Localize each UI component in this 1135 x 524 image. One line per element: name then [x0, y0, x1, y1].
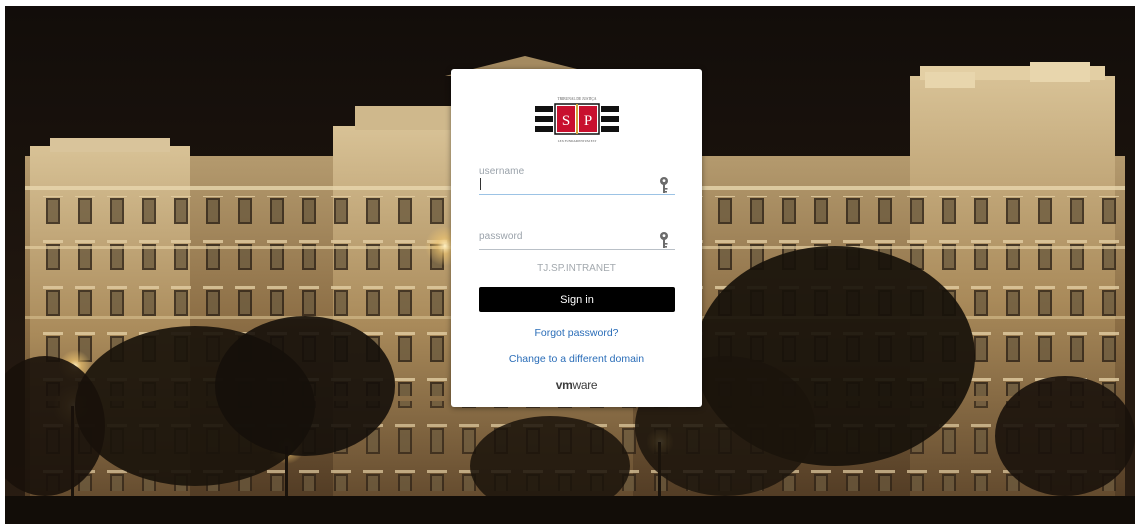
password-input[interactable] [479, 231, 649, 247]
password-field: password [479, 221, 675, 251]
login-card: S P TRIBUNAL DE JUSTIÇA LEX FUNDAMENTUM … [451, 69, 702, 407]
sign-in-button[interactable]: Sign in [479, 287, 675, 312]
vmware-logo-light: ware [572, 378, 598, 392]
username-label: username [479, 166, 525, 177]
key-icon [660, 177, 668, 193]
vmware-logo-bold: vm [555, 378, 573, 392]
logo-top-text: TRIBUNAL DE JUSTIÇA [558, 97, 597, 101]
username-input[interactable] [479, 177, 649, 193]
forgot-password-link[interactable]: Forgot password? [451, 327, 702, 339]
login-page: S P TRIBUNAL DE JUSTIÇA LEX FUNDAMENTUM … [5, 6, 1135, 524]
logo-bottom-text: LEX FUNDAMENTUM EST [558, 139, 597, 143]
password-underline [479, 249, 675, 250]
change-domain-link[interactable]: Change to a different domain [451, 353, 702, 365]
username-underline [479, 194, 675, 195]
logo-letter-left: S [562, 113, 570, 129]
domain-label: TJ.SP.INTRANET [537, 263, 616, 274]
text-cursor [480, 178, 481, 190]
vmware-logo: vmware [451, 378, 702, 392]
tjsp-seal-icon: S P TRIBUNAL DE JUSTIÇA LEX FUNDAMENTUM … [535, 97, 619, 143]
key-icon [660, 232, 668, 248]
username-field: username [479, 165, 675, 195]
logo-letter-right: P [584, 113, 592, 129]
